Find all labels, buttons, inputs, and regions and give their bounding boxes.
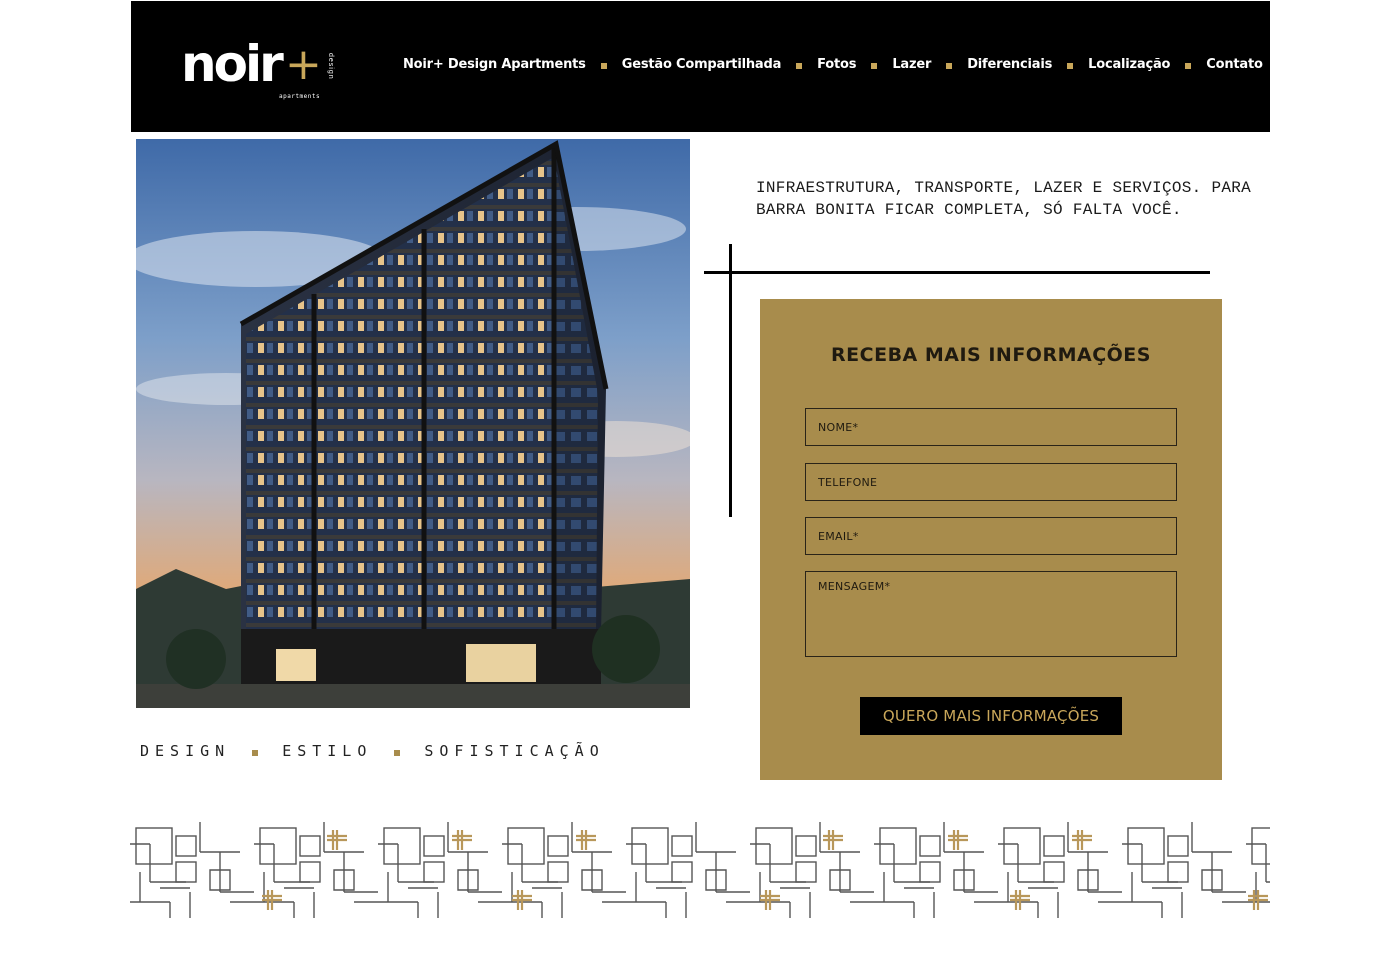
main-nav: Noir+ Design Apartments Gestão Compartil…: [403, 53, 1263, 75]
nav-separator-square: [796, 62, 803, 69]
mensagem-field[interactable]: [805, 571, 1177, 657]
hero-tagline: DESIGN ESTILO SOFISTICAÇÃO: [140, 742, 605, 760]
decorative-horizontal-line: [704, 271, 1210, 274]
decorative-vertical-line: [729, 244, 732, 517]
geometric-maze-pattern-icon: [130, 822, 1270, 918]
tagline-separator-square: [252, 750, 259, 756]
nav-separator-square: [946, 62, 953, 69]
site-header: noir + design apartments Noir+ Design Ap…: [131, 1, 1270, 132]
tagline-word: ESTILO: [282, 742, 373, 760]
nav-separator-square: [1067, 62, 1074, 69]
submit-button[interactable]: QUERO MAIS INFORMAÇÕES: [860, 697, 1122, 735]
intro-text: INFRAESTRUTURA, TRANSPORTE, LAZER E SERV…: [756, 179, 1252, 219]
nav-link-diferenciais[interactable]: Diferenciais: [967, 57, 1052, 72]
nav-link-localizacao[interactable]: Localização: [1088, 57, 1170, 72]
nav-link-fotos[interactable]: Fotos: [817, 57, 856, 72]
nome-field[interactable]: [805, 408, 1177, 446]
nav-separator-square: [1185, 62, 1192, 69]
nav-link-noir-design-apartments[interactable]: Noir+ Design Apartments: [403, 57, 586, 72]
contact-form: RECEBA MAIS INFORMAÇÕES QUERO MAIS INFOR…: [760, 299, 1222, 780]
nav-link-contato[interactable]: Contato: [1206, 57, 1263, 72]
nav-separator-square: [600, 62, 607, 69]
logo-wordmark: noir: [181, 35, 284, 93]
tagline-separator-square: [394, 750, 401, 756]
tagline-word: SOFISTICAÇÃO: [424, 742, 605, 760]
telefone-field[interactable]: [805, 463, 1177, 501]
logo-subtitle: apartments: [279, 93, 321, 100]
form-title: RECEBA MAIS INFORMAÇÕES: [831, 344, 1151, 366]
nav-link-lazer[interactable]: Lazer: [892, 57, 931, 72]
nav-link-gestao-compartilhada[interactable]: Gestão Compartilhada: [622, 57, 782, 72]
nav-separator-square: [871, 62, 878, 69]
logo-plus-icon: +: [285, 39, 322, 90]
tagline-word: DESIGN: [140, 742, 231, 760]
noir-logo[interactable]: noir + design apartments: [181, 35, 341, 105]
logo-tagline: design: [327, 53, 334, 80]
email-field[interactable]: [805, 517, 1177, 555]
building-rendering-image: [136, 139, 690, 708]
